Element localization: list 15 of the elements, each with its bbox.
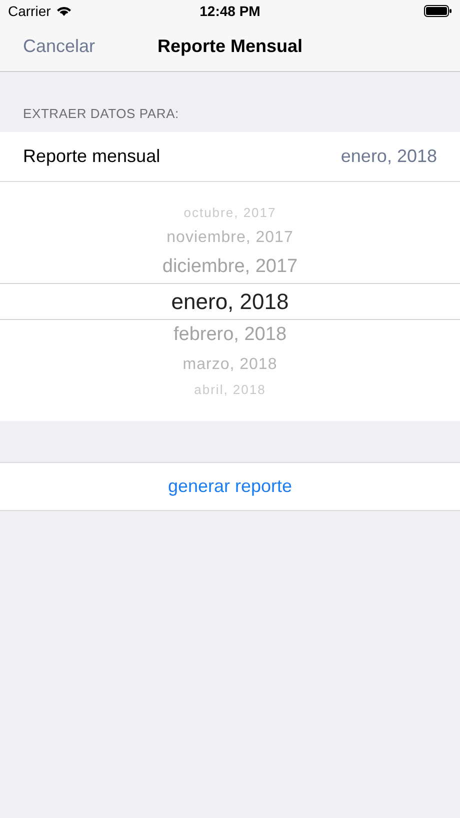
picker-option[interactable]: enero, 2018 [171, 285, 289, 318]
picker-option[interactable]: marzo, 2018 [182, 353, 278, 377]
status-time: 12:48 PM [200, 2, 260, 20]
section-header: EXTRAER DATOS PARA: [23, 104, 179, 122]
row-label: Reporte mensual [23, 145, 160, 168]
battery-icon [424, 5, 452, 17]
generate-report-button[interactable]: generar reporte [0, 462, 460, 511]
picker-option[interactable]: febrero, 2018 [173, 321, 287, 350]
picker-option[interactable]: diciembre, 2017 [162, 253, 298, 282]
nav-title: Reporte Mensual [157, 35, 303, 58]
cancel-button[interactable]: Cancelar [23, 33, 96, 60]
carrier-label: Carrier [8, 2, 51, 20]
picker-option[interactable]: noviembre, 2017 [166, 226, 294, 250]
wifi-icon [56, 5, 72, 17]
row-value: enero, 2018 [340, 145, 437, 168]
